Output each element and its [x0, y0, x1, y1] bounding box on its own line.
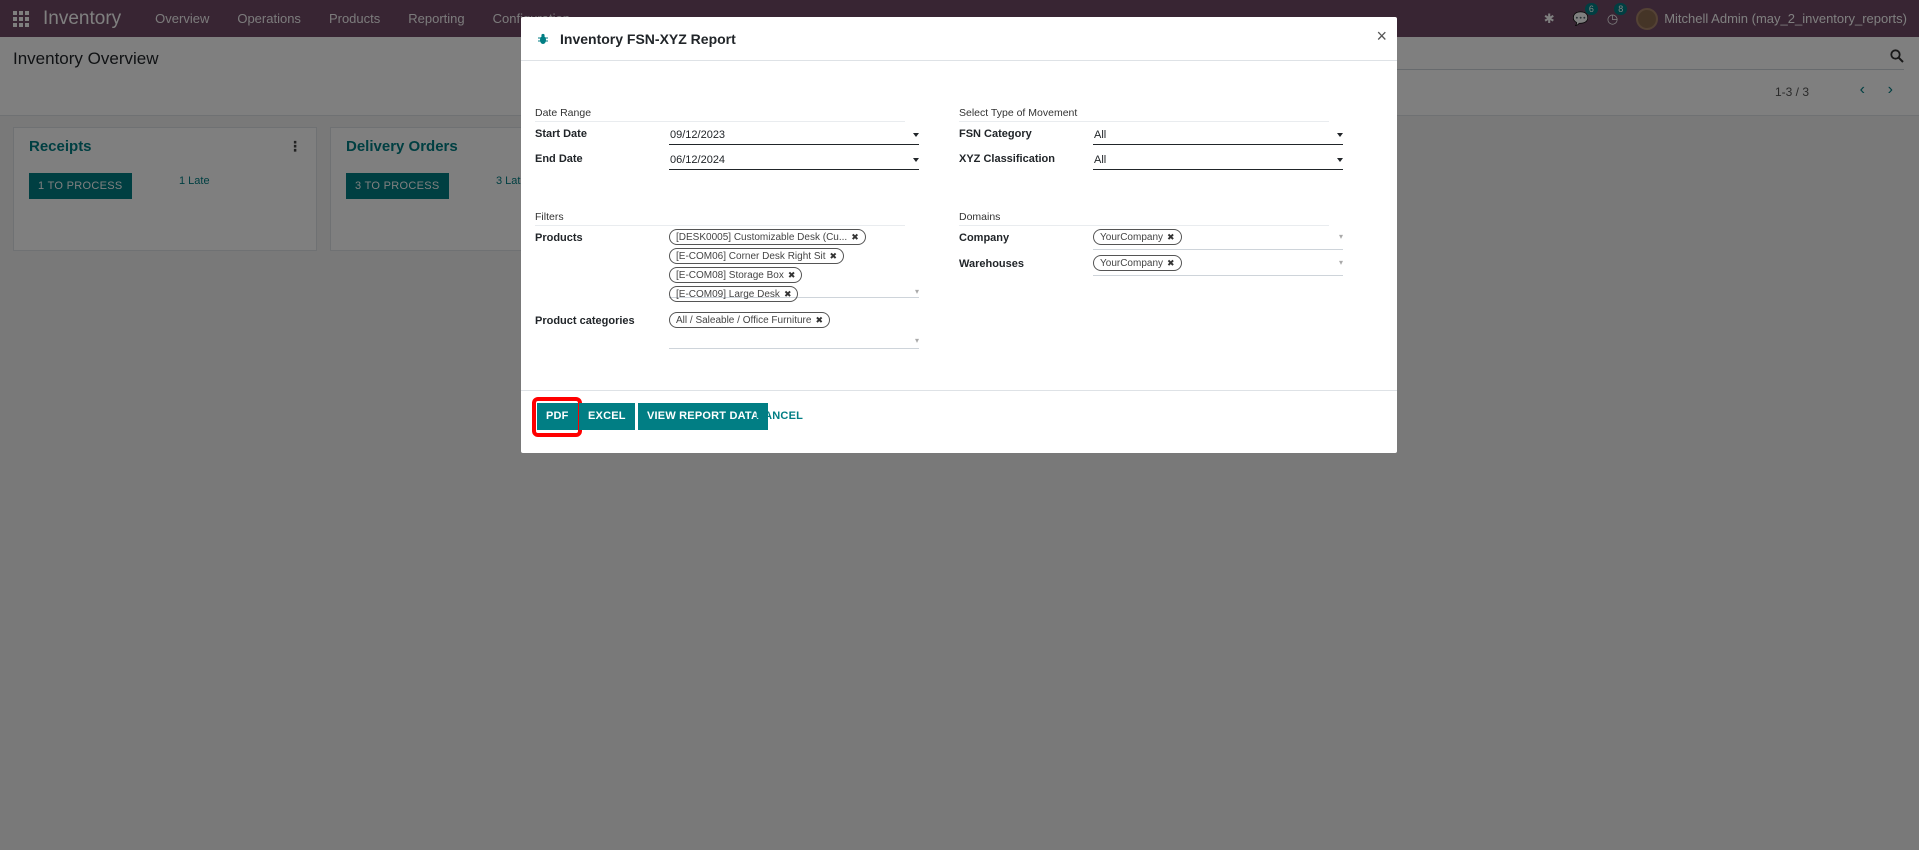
warehouses-field[interactable]: YourCompany ✖ ▾: [1093, 255, 1343, 276]
product-tag[interactable]: [DESK0005] Customizable Desk (Cu... ✖: [669, 229, 866, 245]
remove-tag-icon[interactable]: ✖: [784, 289, 792, 299]
start-date-label: Start Date: [535, 128, 587, 140]
modal-footer: PDF EXCEL VIEW REPORT DATA CANCEL: [521, 391, 1397, 452]
section-divider: [959, 225, 1329, 226]
caret-down-icon: [1337, 133, 1343, 137]
product-tag[interactable]: [E-COM06] Corner Desk Right Sit ✖: [669, 248, 845, 264]
start-date-value: 09/12/2023: [670, 129, 726, 141]
highlight-box: [532, 397, 582, 437]
section-movement: Select Type of Movement: [959, 107, 1078, 119]
modal-body: Date Range Start Date 09/12/2023 End Dat…: [521, 61, 1397, 391]
remove-tag-icon[interactable]: ✖: [815, 315, 823, 325]
caret-down-icon: [913, 158, 919, 162]
caret-down-icon: ▾: [914, 287, 919, 296]
end-date-label: End Date: [535, 153, 583, 165]
remove-tag-icon[interactable]: ✖: [1167, 258, 1175, 268]
remove-tag-icon[interactable]: ✖: [788, 270, 796, 280]
caret-down-icon: [913, 133, 919, 137]
xyz-classification-value: All: [1094, 154, 1107, 166]
section-date-range: Date Range: [535, 107, 592, 119]
warehouses-label: Warehouses: [959, 258, 1025, 270]
company-field[interactable]: YourCompany ✖ ▾: [1093, 229, 1343, 250]
section-filters: Filters: [535, 211, 564, 223]
modal-header: Inventory FSN-XYZ Report ×: [521, 17, 1397, 61]
company-label: Company: [959, 232, 1010, 244]
xyz-classification-label: XYZ Classification: [959, 153, 1055, 165]
category-tag[interactable]: All / Saleable / Office Furniture ✖: [669, 312, 830, 328]
section-divider: [959, 121, 1329, 122]
end-date-value: 06/12/2024: [670, 154, 726, 166]
product-categories-label: Product categories: [535, 315, 635, 327]
fsn-category-value: All: [1094, 129, 1107, 141]
company-tag[interactable]: YourCompany ✖: [1093, 229, 1182, 245]
products-label: Products: [535, 232, 583, 244]
cancel-button[interactable]: CANCEL: [747, 403, 812, 430]
fsn-category-label: FSN Category: [959, 128, 1032, 140]
products-many2many-field[interactable]: [DESK0005] Customizable Desk (Cu... ✖ [E-…: [669, 229, 919, 302]
product-tag[interactable]: [E-COM09] Large Desk ✖: [669, 286, 799, 302]
section-divider: [535, 121, 905, 122]
remove-tag-icon[interactable]: ✖: [851, 232, 859, 242]
caret-down-icon: ▾: [1338, 258, 1343, 267]
section-divider: [535, 225, 905, 226]
xyz-classification-select[interactable]: All: [1093, 152, 1343, 170]
end-date-field[interactable]: 06/12/2024: [669, 152, 919, 170]
warehouse-tag[interactable]: YourCompany ✖: [1093, 255, 1182, 271]
caret-down-icon: ▾: [914, 336, 919, 345]
product-tag[interactable]: [E-COM08] Storage Box ✖: [669, 267, 803, 283]
report-dialog: Inventory FSN-XYZ Report × Date Range St…: [521, 17, 1397, 453]
close-icon[interactable]: ×: [1376, 26, 1387, 47]
modal-title: Inventory FSN-XYZ Report: [560, 30, 736, 47]
excel-button[interactable]: EXCEL: [579, 403, 635, 430]
remove-tag-icon[interactable]: ✖: [830, 251, 838, 261]
product-categories-field[interactable]: All / Saleable / Office Furniture ✖ ▾: [669, 312, 919, 349]
caret-down-icon: [1337, 158, 1343, 162]
start-date-field[interactable]: 09/12/2023: [669, 127, 919, 145]
remove-tag-icon[interactable]: ✖: [1167, 232, 1175, 242]
fsn-category-select[interactable]: All: [1093, 127, 1343, 145]
section-domains: Domains: [959, 211, 1001, 223]
bug-icon: [538, 33, 548, 44]
caret-down-icon: ▾: [1338, 232, 1343, 241]
